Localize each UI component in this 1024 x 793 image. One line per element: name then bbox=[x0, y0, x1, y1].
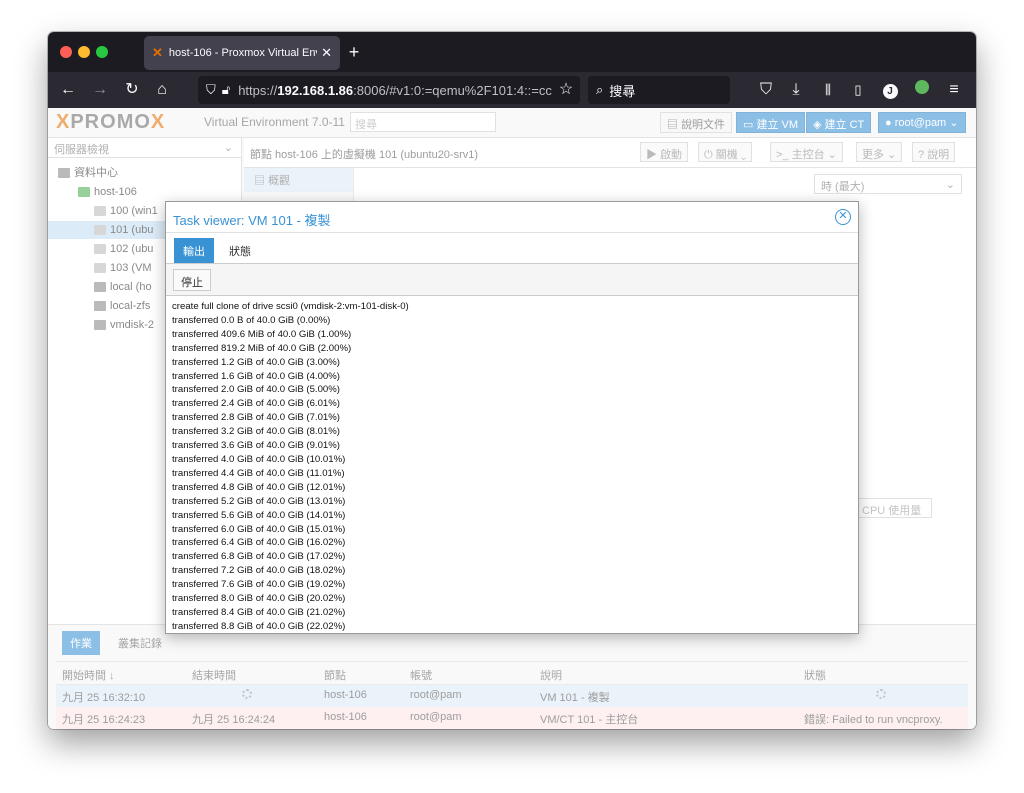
stop-button[interactable]: 停止 bbox=[173, 269, 211, 291]
forward-icon[interactable]: → bbox=[88, 79, 112, 101]
url-host: 192.168.1.86 bbox=[277, 82, 354, 98]
task-output-log[interactable]: create full clone of drive scsi0 (vmdisk… bbox=[166, 296, 858, 633]
log-line: transferred 2.4 GiB of 40.0 GiB (6.01%) bbox=[172, 398, 340, 410]
log-line: transferred 8.8 GiB of 40.0 GiB (22.02%) bbox=[172, 620, 346, 632]
log-line: transferred 5.6 GiB of 40.0 GiB (14.01%) bbox=[172, 509, 346, 521]
pocket-icon[interactable]: ⛉ bbox=[754, 79, 778, 101]
log-line: transferred 3.6 GiB of 40.0 GiB (9.01%) bbox=[172, 440, 340, 452]
log-line: transferred 8.4 GiB of 40.0 GiB (21.02%) bbox=[172, 606, 346, 618]
sidebar-icon[interactable]: ▯ bbox=[846, 79, 870, 101]
close-window-button[interactable] bbox=[60, 46, 72, 58]
log-line: transferred 4.0 GiB of 40.0 GiB (10.01%) bbox=[172, 453, 346, 465]
log-line: transferred 3.2 GiB of 40.0 GiB (8.01%) bbox=[172, 426, 340, 438]
extension-icon[interactable] bbox=[910, 79, 934, 101]
dialog-tabs: 輸出 狀態 bbox=[166, 233, 858, 264]
navigation-bar: ← → ↻ ⌂ ⛉ 🔓︎ https:// 192.168.1.86 :8006… bbox=[48, 72, 976, 108]
log-line: transferred 6.4 GiB of 40.0 GiB (16.02%) bbox=[172, 537, 346, 549]
download-icon[interactable]: ⤓ bbox=[784, 79, 808, 101]
log-line: transferred 1.2 GiB of 40.0 GiB (3.00%) bbox=[172, 356, 340, 368]
log-line: transferred 4.4 GiB of 40.0 GiB (11.01%) bbox=[172, 467, 345, 479]
zoom-window-button[interactable] bbox=[96, 46, 108, 58]
tab-bar: ✕ host-106 - Proxmox Virtual Envi ✕ + bbox=[48, 32, 976, 72]
log-line: transferred 6.8 GiB of 40.0 GiB (17.02%) bbox=[172, 551, 346, 563]
tab-close-icon[interactable]: ✕ bbox=[321, 45, 332, 61]
account-icon[interactable]: J bbox=[878, 79, 902, 101]
log-line: transferred 409.6 MiB of 40.0 GiB (1.00%… bbox=[172, 328, 352, 340]
dialog-title: Task viewer: VM 101 - 複製 bbox=[173, 213, 331, 228]
shield-icon: ⛉ bbox=[206, 82, 216, 97]
browser-tab[interactable]: ✕ host-106 - Proxmox Virtual Envi ✕ bbox=[144, 36, 340, 70]
dialog-toolbar: 停止 bbox=[166, 263, 858, 296]
log-line: create full clone of drive scsi0 (vmdisk… bbox=[172, 301, 409, 312]
library-icon[interactable]: ⫼ bbox=[816, 79, 840, 101]
task-viewer-dialog: Task viewer: VM 101 - 複製 ✕ 輸出 狀態 停止 crea… bbox=[165, 201, 859, 634]
log-line: transferred 7.6 GiB of 40.0 GiB (19.02%) bbox=[172, 579, 346, 591]
search-bar[interactable]: ⌕ 搜尋 bbox=[588, 76, 730, 104]
log-line: transferred 8.0 GiB of 40.0 GiB (20.02%) bbox=[172, 593, 346, 605]
new-tab-icon[interactable]: + bbox=[344, 42, 364, 63]
lock-icon: 🔓︎ bbox=[221, 82, 231, 97]
close-icon[interactable]: ✕ bbox=[835, 209, 851, 225]
home-icon[interactable]: ⌂ bbox=[150, 79, 174, 101]
log-line: transferred 7.2 GiB of 40.0 GiB (18.02%) bbox=[172, 565, 346, 577]
url-rest: :8006/#v1:0:=qemu%2F101:4::=cc bbox=[353, 82, 552, 98]
tab-output[interactable]: 輸出 bbox=[174, 238, 214, 264]
bookmark-star-icon[interactable]: ☆ bbox=[554, 79, 578, 101]
menu-icon[interactable]: ≡ bbox=[942, 79, 966, 101]
back-icon[interactable]: ← bbox=[56, 79, 80, 101]
log-line: transferred 819.2 MiB of 40.0 GiB (2.00%… bbox=[172, 342, 352, 354]
minimize-window-button[interactable] bbox=[78, 46, 90, 58]
log-line: transferred 0.0 B of 40.0 GiB (0.00%) bbox=[172, 314, 331, 326]
url-prefix: https:// bbox=[238, 82, 278, 98]
search-icon: ⌕ bbox=[596, 82, 604, 97]
proxmox-favicon-icon: ✕ bbox=[152, 45, 163, 60]
reload-icon[interactable]: ↻ bbox=[120, 79, 144, 101]
tab-title: host-106 - Proxmox Virtual Envi bbox=[168, 47, 318, 59]
log-line: transferred 1.6 GiB of 40.0 GiB (4.00%) bbox=[172, 370, 340, 382]
url-bar[interactable]: ⛉ 🔓︎ https:// 192.168.1.86 :8006/#v1:0:=… bbox=[198, 76, 580, 104]
search-placeholder: 搜尋 bbox=[609, 83, 636, 99]
log-line: transferred 2.0 GiB of 40.0 GiB (5.00%) bbox=[172, 384, 340, 396]
log-line: transferred 5.2 GiB of 40.0 GiB (13.01%) bbox=[172, 495, 346, 507]
log-line: transferred 4.8 GiB of 40.0 GiB (12.01%) bbox=[172, 481, 346, 493]
log-line: transferred 6.0 GiB of 40.0 GiB (15.01%) bbox=[172, 523, 346, 535]
tab-status[interactable]: 狀態 bbox=[220, 238, 260, 264]
dialog-header: Task viewer: VM 101 - 複製 ✕ bbox=[166, 202, 858, 233]
log-line: transferred 2.8 GiB of 40.0 GiB (7.01%) bbox=[172, 412, 340, 424]
browser-window: ✕ host-106 - Proxmox Virtual Envi ✕ + ← … bbox=[48, 32, 976, 729]
